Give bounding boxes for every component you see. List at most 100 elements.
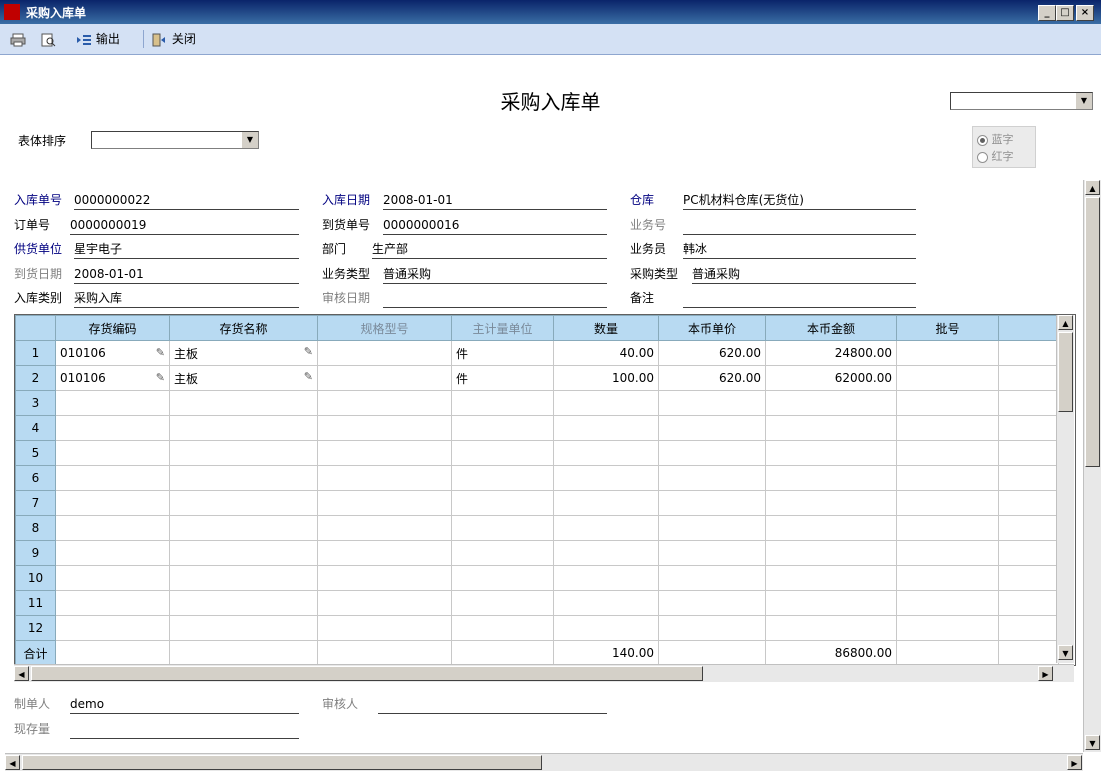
cell-name[interactable] — [169, 490, 318, 516]
cell-extra[interactable] — [998, 540, 1059, 566]
col-header[interactable]: 本币单价 — [658, 315, 766, 341]
cell-code[interactable] — [55, 465, 170, 491]
cell-name[interactable] — [169, 565, 318, 591]
cell-amount[interactable]: 24800.00 — [765, 340, 897, 366]
row-number[interactable]: 5 — [15, 440, 56, 466]
cell-code[interactable] — [55, 540, 170, 566]
cell-extra[interactable] — [998, 490, 1059, 516]
cell-amount[interactable] — [765, 490, 897, 516]
preview-button[interactable] — [40, 30, 56, 48]
cell-extra[interactable] — [998, 615, 1059, 641]
maximize-button[interactable]: □ — [1056, 5, 1074, 21]
row-number[interactable]: 4 — [15, 415, 56, 441]
scroll-down-icon[interactable]: ▼ — [1058, 645, 1073, 660]
reference-icon[interactable]: ✎ — [304, 370, 313, 383]
cell-price[interactable] — [658, 440, 766, 466]
cell-unit[interactable] — [451, 515, 554, 541]
close-window-button[interactable]: × — [1076, 5, 1094, 21]
cell-batch[interactable] — [896, 415, 999, 441]
cell-unit[interactable]: 件 — [451, 365, 554, 391]
cell-unit[interactable] — [451, 590, 554, 616]
cell-spec[interactable] — [317, 590, 452, 616]
cell-batch[interactable] — [896, 340, 999, 366]
cell-batch[interactable] — [896, 365, 999, 391]
scroll-left-icon[interactable]: ◀ — [5, 755, 20, 770]
cell-code[interactable] — [55, 440, 170, 466]
cell-qty[interactable] — [553, 390, 659, 416]
cell-extra[interactable] — [998, 440, 1059, 466]
row-number[interactable]: 1 — [15, 340, 56, 366]
radio-blue[interactable]: 蓝字 — [977, 131, 1014, 147]
col-header[interactable]: 批号 — [896, 315, 999, 341]
receipt-no-field[interactable]: 0000000022 — [74, 192, 299, 210]
cell-qty[interactable] — [553, 465, 659, 491]
row-number[interactable]: 9 — [15, 540, 56, 566]
scroll-left-icon[interactable]: ◀ — [14, 666, 29, 681]
receipt-type-field[interactable]: 采购入库 — [74, 290, 299, 308]
cell-amount[interactable] — [765, 515, 897, 541]
salesman-field[interactable]: 韩冰 — [683, 241, 916, 259]
cell-extra[interactable] — [998, 465, 1059, 491]
cell-name[interactable] — [169, 390, 318, 416]
cell-amount[interactable] — [765, 590, 897, 616]
cell-qty[interactable] — [553, 540, 659, 566]
cell-name[interactable] — [169, 415, 318, 441]
business-no-field[interactable] — [683, 217, 916, 235]
cell-name[interactable] — [169, 515, 318, 541]
cell-code[interactable] — [55, 490, 170, 516]
cell-name[interactable] — [169, 615, 318, 641]
minimize-button[interactable]: _ — [1038, 5, 1056, 21]
cell-amount[interactable] — [765, 465, 897, 491]
cell-price[interactable] — [658, 490, 766, 516]
cell-amount[interactable] — [765, 390, 897, 416]
cell-extra[interactable] — [998, 390, 1059, 416]
scroll-thumb[interactable] — [1058, 332, 1073, 412]
print-button[interactable] — [10, 30, 26, 48]
cell-qty[interactable] — [553, 615, 659, 641]
cell-qty[interactable] — [553, 490, 659, 516]
cell-price[interactable] — [658, 565, 766, 591]
audit-date-field[interactable] — [383, 290, 607, 308]
cell-qty[interactable] — [553, 565, 659, 591]
arrival-date-field[interactable]: 2008-01-01 — [74, 266, 299, 284]
cell-price[interactable]: 620.00 — [658, 340, 766, 366]
row-number[interactable]: 10 — [15, 565, 56, 591]
reference-icon[interactable]: ✎ — [156, 346, 165, 359]
cell-spec[interactable] — [317, 390, 452, 416]
grid-horizontal-scrollbar[interactable]: ◀ ▶ — [14, 664, 1074, 682]
auditor-field[interactable] — [378, 696, 607, 714]
cell-extra[interactable] — [998, 340, 1059, 366]
row-number[interactable]: 12 — [15, 615, 56, 641]
window-vertical-scrollbar[interactable]: ▲ ▼ — [1083, 180, 1101, 752]
col-header[interactable]: 规格型号 — [317, 315, 452, 341]
cell-unit[interactable] — [451, 490, 554, 516]
cell-batch[interactable] — [896, 565, 999, 591]
cell-price[interactable] — [658, 590, 766, 616]
cell-spec[interactable] — [317, 540, 452, 566]
cell-name[interactable] — [169, 590, 318, 616]
order-no-field[interactable]: 0000000019 — [70, 217, 299, 235]
radio-red[interactable]: 红字 — [977, 148, 1014, 164]
cell-spec[interactable] — [317, 465, 452, 491]
cell-amount[interactable] — [765, 565, 897, 591]
scroll-right-icon[interactable]: ▶ — [1067, 755, 1082, 770]
cell-price[interactable] — [658, 390, 766, 416]
cell-unit[interactable] — [451, 390, 554, 416]
cell-code[interactable] — [55, 515, 170, 541]
cell-batch[interactable] — [896, 465, 999, 491]
cell-batch[interactable] — [896, 515, 999, 541]
row-number[interactable]: 3 — [15, 390, 56, 416]
cell-code[interactable]: 010106 ✎ — [55, 340, 170, 366]
cell-unit[interactable]: 件 — [451, 340, 554, 366]
cell-amount[interactable] — [765, 615, 897, 641]
row-number[interactable]: 8 — [15, 515, 56, 541]
cell-price[interactable]: 620.00 — [658, 365, 766, 391]
cell-spec[interactable] — [317, 415, 452, 441]
warehouse-field[interactable]: PC机材料仓库(无货位) — [683, 192, 916, 210]
arrival-no-field[interactable]: 0000000016 — [383, 217, 607, 235]
cell-name[interactable]: 主板 ✎ — [169, 365, 318, 391]
cell-spec[interactable] — [317, 440, 452, 466]
cell-amount[interactable] — [765, 540, 897, 566]
cell-unit[interactable] — [451, 540, 554, 566]
purchase-type-field[interactable]: 普通采购 — [692, 266, 916, 284]
